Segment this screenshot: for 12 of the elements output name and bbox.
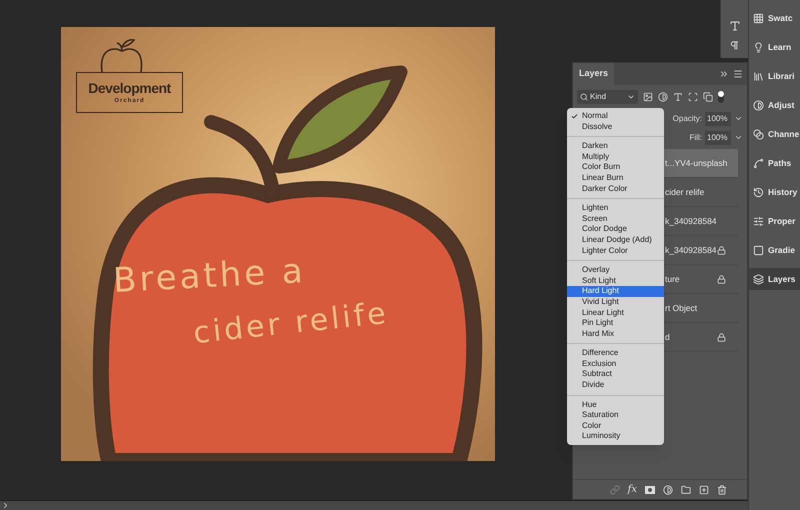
layer-name: t...YV4-unsplash <box>665 156 728 170</box>
headline-text: cider relife <box>192 298 390 350</box>
fill-label: Fill: <box>690 132 702 144</box>
layer-name: k_340928584 <box>665 214 718 228</box>
layer-name: cider relife <box>665 186 706 198</box>
opacity-label: Opacity: <box>672 112 702 124</box>
layer-name: rt Object <box>665 302 698 314</box>
layer-name: d <box>665 330 671 344</box>
logo-title: Development <box>88 81 171 95</box>
layer-name: k_340928584 <box>665 244 717 256</box>
headline-text: Breathe a <box>112 254 306 298</box>
layer-name: ture <box>665 272 681 286</box>
